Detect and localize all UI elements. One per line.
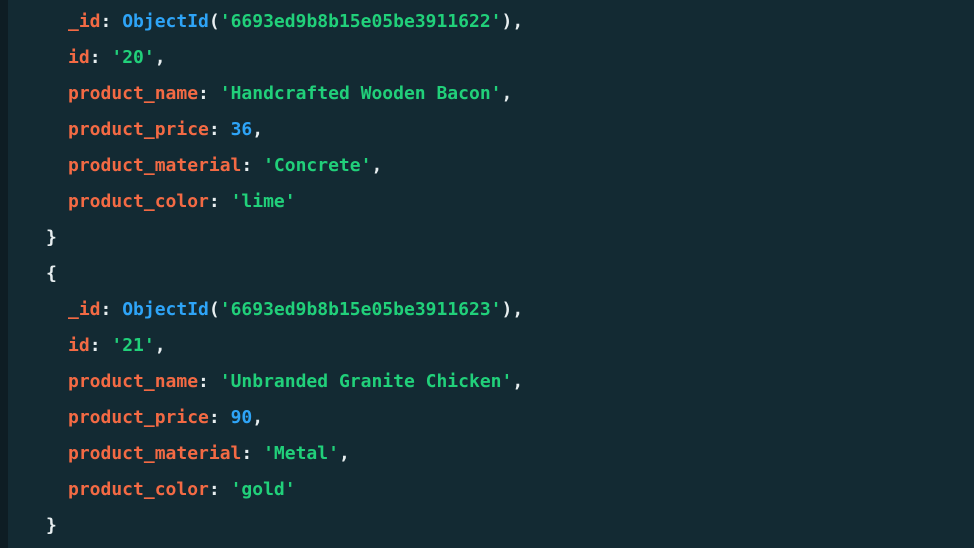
open-brace: { [46,263,57,284]
key-product-name: product_name [68,371,199,392]
product-color-value: 'lime' [230,191,296,212]
product-name-value: 'Handcrafted Wooden Bacon' [219,83,502,104]
key-_id: _id [68,299,101,320]
product-name-value: 'Unbranded Granite Chicken' [219,371,513,392]
close-brace: } [46,227,57,248]
objectid-func: ObjectId [122,299,209,320]
close-brace: } [46,515,57,536]
key-product-material: product_material [68,443,242,464]
key-product-name: product_name [68,83,199,104]
product-material-value: 'Concrete' [263,155,372,176]
field-row-product-name: product_name: 'Handcrafted Wooden Bacon'… [68,83,513,104]
objectid-func: ObjectId [122,11,209,32]
key-product-price: product_price [68,407,209,428]
product-price-value: 90 [230,407,253,428]
key-product-color: product_color [68,479,209,500]
key-product-material: product_material [68,155,242,176]
field-row-id: id: '21', [68,335,166,356]
field-row-id: id: '20', [68,47,166,68]
field-row-product-color: product_color: 'gold' [68,479,296,500]
id-value: '21' [111,335,155,356]
product-material-value: 'Metal' [263,443,339,464]
field-row-_id: _id: ObjectId('6693ed9b8b15e05be3911622'… [68,11,524,32]
key-product-color: product_color [68,191,209,212]
key-product-price: product_price [68,119,209,140]
field-row-product-color: product_color: 'lime' [68,191,296,212]
mongo-shell-output: _id: ObjectId('6693ed9b8b15e05be3911622'… [0,0,974,548]
key-id: id [68,47,90,68]
product-price-value: 36 [230,119,253,140]
field-row-product-price: product_price: 90, [68,407,264,428]
id-value: '20' [111,47,155,68]
field-row-product-price: product_price: 36, [68,119,264,140]
key-_id: _id [68,11,101,32]
objectid-value: '6693ed9b8b15e05be3911622' [219,11,502,32]
product-color-value: 'gold' [230,479,296,500]
key-id: id [68,335,90,356]
field-row-product-material: product_material: 'Metal', [68,443,350,464]
objectid-value: '6693ed9b8b15e05be3911623' [219,299,502,320]
field-row-_id: _id: ObjectId('6693ed9b8b15e05be3911623'… [68,299,524,320]
field-row-product-material: product_material: 'Concrete', [68,155,383,176]
field-row-product-name: product_name: 'Unbranded Granite Chicken… [68,371,524,392]
